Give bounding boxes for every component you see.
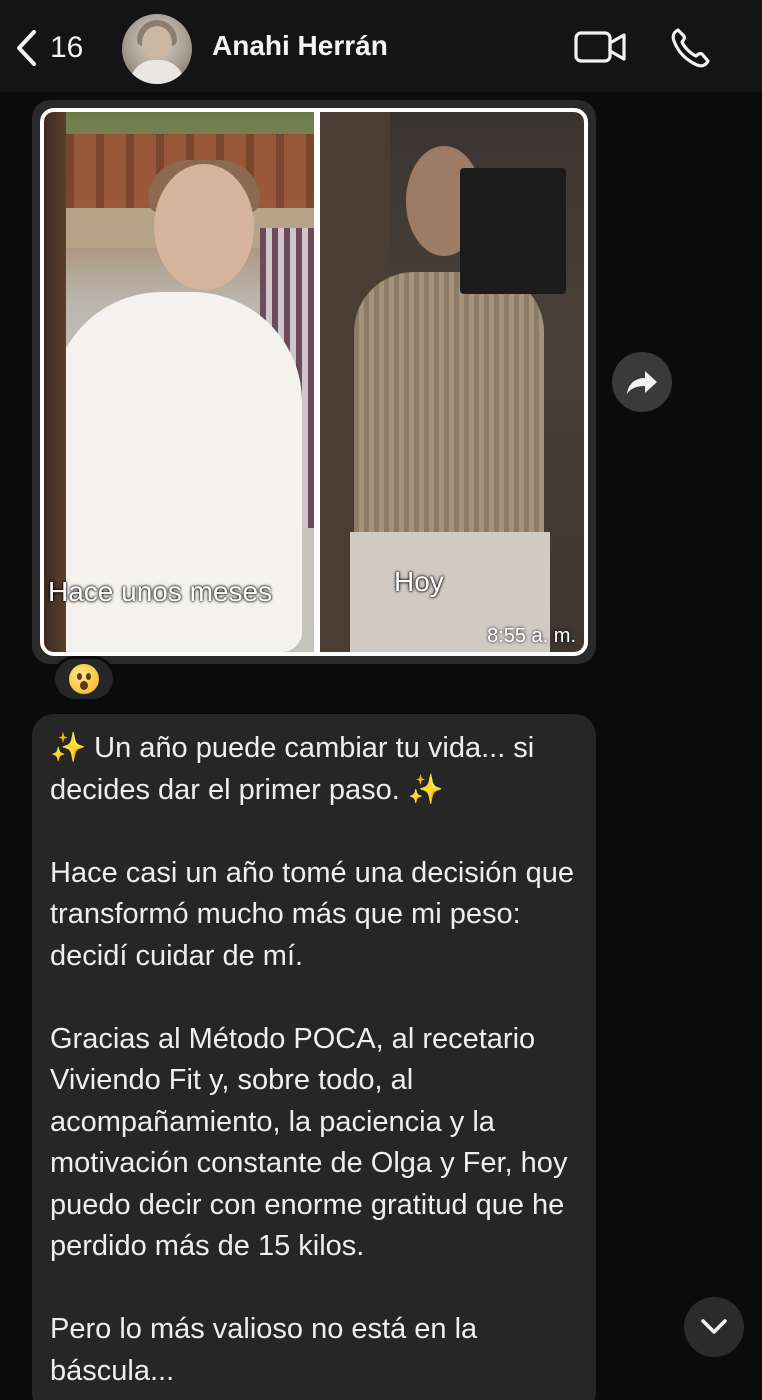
- after-label: Hoy: [394, 566, 444, 597]
- photo-message[interactable]: Hace unos meses Hoy 8:55 a. m.: [32, 100, 596, 664]
- surprised-face-icon: [69, 664, 99, 694]
- scroll-to-bottom-button[interactable]: [684, 1297, 744, 1357]
- video-camera-icon: [574, 31, 626, 63]
- chevron-down-icon: [701, 1319, 727, 1334]
- before-label: Hace unos meses: [48, 576, 273, 607]
- forward-button[interactable]: [612, 352, 672, 412]
- before-after-photo[interactable]: Hace unos meses Hoy 8:55 a. m.: [40, 108, 588, 656]
- message-timestamp: 8:55 a. m.: [487, 625, 576, 647]
- message-paragraph-4: Pero lo más valioso no está en la báscul…: [50, 1313, 486, 1387]
- before-photo: [44, 112, 314, 652]
- message-paragraph-2: Hace casi un año tomé una decisión que t…: [50, 856, 583, 972]
- text-message[interactable]: ✨ Un año puede cambiar tu vida... si dec…: [32, 714, 596, 1400]
- video-call-button[interactable]: [572, 24, 628, 70]
- sparkles-icon: ✨: [50, 732, 87, 764]
- chat-header: 16 Anahi Herrán: [0, 0, 762, 92]
- forward-arrow-icon: [627, 371, 657, 394]
- contact-name[interactable]: Anahi Herrán: [212, 30, 388, 62]
- back-button[interactable]: 16: [14, 26, 83, 70]
- phone-icon: [671, 28, 710, 68]
- unread-count: 16: [50, 31, 84, 64]
- sparkles-icon: ✨: [407, 773, 444, 806]
- message-paragraph-1: ✨ Un año puede cambiar tu vida... si dec…: [50, 732, 543, 806]
- message-paragraph-3: Gracias al Método POCA, al recetario Viv…: [50, 1022, 576, 1263]
- avatar[interactable]: [122, 14, 192, 84]
- after-photo: [320, 112, 584, 652]
- chevron-left-icon: [17, 30, 36, 66]
- voice-call-button[interactable]: [664, 24, 720, 70]
- reaction-badge[interactable]: [52, 656, 116, 702]
